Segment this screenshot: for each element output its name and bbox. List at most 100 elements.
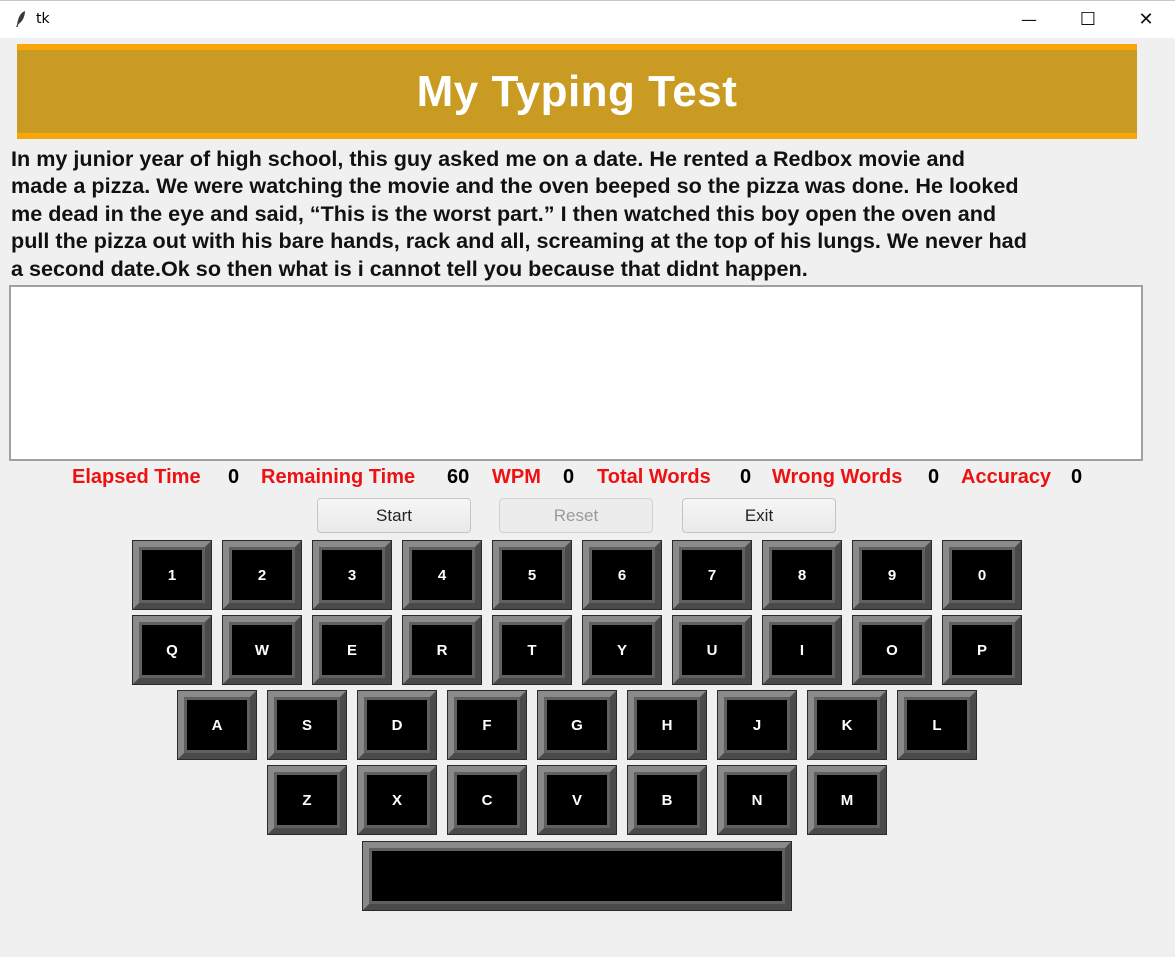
key-label: O xyxy=(886,641,898,659)
key-p[interactable]: P xyxy=(942,615,1022,685)
elapsed-time-label: Elapsed Time xyxy=(72,466,201,488)
key-t[interactable]: T xyxy=(492,615,572,685)
accuracy-label: Accuracy xyxy=(961,466,1052,488)
key-2[interactable]: 2 xyxy=(222,540,302,610)
key-label: L xyxy=(932,716,942,734)
key-label: 2 xyxy=(257,566,267,584)
key-label: J xyxy=(752,716,762,734)
key-label: H xyxy=(661,716,673,734)
key-label: X xyxy=(391,791,402,809)
key-u[interactable]: U xyxy=(672,615,752,685)
key-y[interactable]: Y xyxy=(582,615,662,685)
header-banner: My Typing Test xyxy=(17,44,1137,139)
key-o[interactable]: O xyxy=(852,615,932,685)
key-i[interactable]: I xyxy=(762,615,842,685)
key-0[interactable]: 0 xyxy=(942,540,1022,610)
key-k[interactable]: K xyxy=(807,690,887,760)
key-d[interactable]: D xyxy=(357,690,437,760)
passage-text: In my junior year of high school, this g… xyxy=(11,145,1161,282)
key-label: 6 xyxy=(617,566,627,584)
key-n[interactable]: N xyxy=(717,765,797,835)
key-label: 5 xyxy=(527,566,537,584)
key-1[interactable]: 1 xyxy=(132,540,212,610)
key-8[interactable]: 8 xyxy=(762,540,842,610)
key-7[interactable]: 7 xyxy=(672,540,752,610)
key-b[interactable]: B xyxy=(627,765,707,835)
key-v[interactable]: V xyxy=(537,765,617,835)
key-w[interactable]: W xyxy=(222,615,302,685)
key-q[interactable]: Q xyxy=(132,615,212,685)
key-label: 8 xyxy=(797,566,807,584)
key-label: A xyxy=(211,716,223,734)
key-label: 1 xyxy=(167,566,177,584)
elapsed-time-value: 0 xyxy=(228,466,240,488)
passage-line: me dead in the eye and said, “This is th… xyxy=(11,200,997,226)
key-label: D xyxy=(391,716,403,734)
passage-line: In my junior year of high school, this g… xyxy=(11,146,965,171)
key-label: E xyxy=(346,641,357,659)
key-label: P xyxy=(976,641,987,659)
key-f[interactable]: F xyxy=(447,690,527,760)
key-label: Q xyxy=(166,641,178,659)
exit-button[interactable]: Exit xyxy=(682,498,836,533)
wrong-words-label: Wrong Words xyxy=(772,466,903,488)
key-4[interactable]: 4 xyxy=(402,540,482,610)
key-z[interactable]: Z xyxy=(267,765,347,835)
key-label: R xyxy=(436,641,448,659)
key-g[interactable]: G xyxy=(537,690,617,760)
close-icon: ✕ xyxy=(1138,9,1154,30)
wpm-label: WPM xyxy=(492,466,541,488)
page-title: My Typing Test xyxy=(416,66,738,116)
stats-bar: Elapsed Time 0 Remaining Time 60 WPM 0 T… xyxy=(0,466,1175,492)
key-c[interactable]: C xyxy=(447,765,527,835)
accuracy-value: 0 xyxy=(1071,466,1083,488)
key-label: 7 xyxy=(707,566,717,584)
passage-line: made a pizza. We were watching the movie… xyxy=(11,173,1019,199)
space-key[interactable] xyxy=(362,841,792,911)
key-label: Y xyxy=(616,641,627,659)
key-6[interactable]: 6 xyxy=(582,540,662,610)
key-label: F xyxy=(482,716,492,734)
key-label: S xyxy=(301,716,312,734)
key-s[interactable]: S xyxy=(267,690,347,760)
key-label: N xyxy=(751,791,763,809)
feather-icon xyxy=(16,11,25,27)
start-button[interactable]: Start xyxy=(317,498,471,533)
wpm-value: 0 xyxy=(563,466,575,488)
key-label: 4 xyxy=(437,566,447,584)
minimize-button[interactable]: — xyxy=(1000,1,1058,38)
minimize-icon: — xyxy=(1021,10,1037,29)
key-l[interactable]: L xyxy=(897,690,977,760)
remaining-time-label: Remaining Time xyxy=(261,466,416,488)
key-e[interactable]: E xyxy=(312,615,392,685)
reset-button[interactable]: Reset xyxy=(499,498,653,533)
key-x[interactable]: X xyxy=(357,765,437,835)
maximize-button[interactable]: ☐ xyxy=(1059,1,1117,38)
key-a[interactable]: A xyxy=(177,690,257,760)
total-words-value: 0 xyxy=(740,466,752,488)
key-label: 3 xyxy=(347,566,357,584)
wrong-words-value: 0 xyxy=(928,466,940,488)
close-button[interactable]: ✕ xyxy=(1117,1,1175,38)
window-title: tk xyxy=(36,11,50,27)
key-label: I xyxy=(799,641,805,659)
key-label: G xyxy=(571,716,583,734)
key-label: V xyxy=(571,791,582,809)
key-label: C xyxy=(481,791,493,809)
key-label: 0 xyxy=(977,566,987,584)
total-words-label: Total Words xyxy=(597,466,711,488)
key-label: W xyxy=(254,641,270,659)
key-h[interactable]: H xyxy=(627,690,707,760)
key-9[interactable]: 9 xyxy=(852,540,932,610)
key-r[interactable]: R xyxy=(402,615,482,685)
typing-input[interactable] xyxy=(9,285,1143,461)
remaining-time-value: 60 xyxy=(447,466,470,488)
title-bar: tk — ☐ ✕ xyxy=(0,0,1175,38)
key-5[interactable]: 5 xyxy=(492,540,572,610)
key-m[interactable]: M xyxy=(807,765,887,835)
key-3[interactable]: 3 xyxy=(312,540,392,610)
key-label: T xyxy=(527,641,537,659)
key-label: B xyxy=(661,791,673,809)
key-j[interactable]: J xyxy=(717,690,797,760)
app-window: tk — ☐ ✕ My Typing Test In my junior yea… xyxy=(0,0,1175,957)
